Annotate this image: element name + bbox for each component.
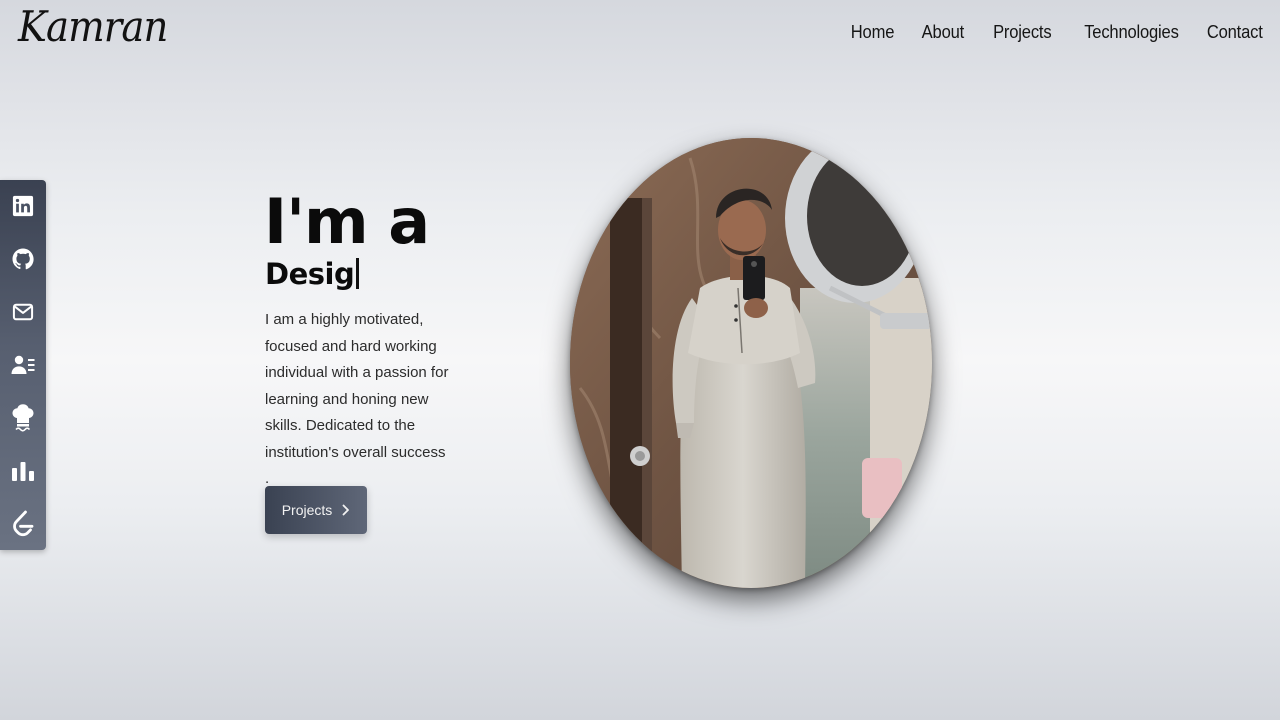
stats-link[interactable]	[0, 451, 46, 491]
leetcode-icon	[13, 510, 34, 537]
linkedin-icon	[12, 195, 34, 217]
nav-link-projects[interactable]: Projects	[993, 22, 1052, 43]
hero-description: I am a highly motivated, focused and har…	[265, 311, 449, 487]
projects-button[interactable]: Projects	[265, 486, 367, 534]
linkedin-link[interactable]	[0, 186, 46, 226]
nav-link-technologies[interactable]: Technologies	[1084, 22, 1179, 43]
nav-link-contact[interactable]: Contact	[1207, 22, 1263, 43]
typing-caret	[356, 258, 360, 289]
github-icon	[12, 248, 34, 270]
leetcode-link[interactable]	[0, 504, 46, 544]
main-nav: Home About Projects Technologies Contact	[847, 22, 1263, 43]
github-link[interactable]	[0, 239, 46, 279]
chef-link[interactable]	[0, 398, 46, 438]
resume-link[interactable]	[0, 345, 46, 385]
resume-icon	[11, 355, 35, 374]
projects-button-label: Projects	[281, 502, 333, 518]
typed-role: Desig	[265, 254, 360, 294]
email-link[interactable]	[0, 292, 46, 332]
nav-link-about[interactable]: About	[922, 22, 965, 43]
chevron-right-icon	[342, 504, 350, 516]
nav-link-home[interactable]: Home	[851, 22, 895, 43]
typed-role-text: Desig	[265, 257, 355, 291]
social-sidebar	[0, 180, 46, 550]
brand-logo[interactable]: Kamran	[18, 2, 168, 51]
hero-title: I'm a	[264, 185, 430, 258]
profile-photo	[570, 138, 932, 588]
chef-hat-icon	[12, 404, 34, 432]
mail-icon	[12, 303, 34, 321]
bar-chart-icon	[12, 462, 34, 481]
